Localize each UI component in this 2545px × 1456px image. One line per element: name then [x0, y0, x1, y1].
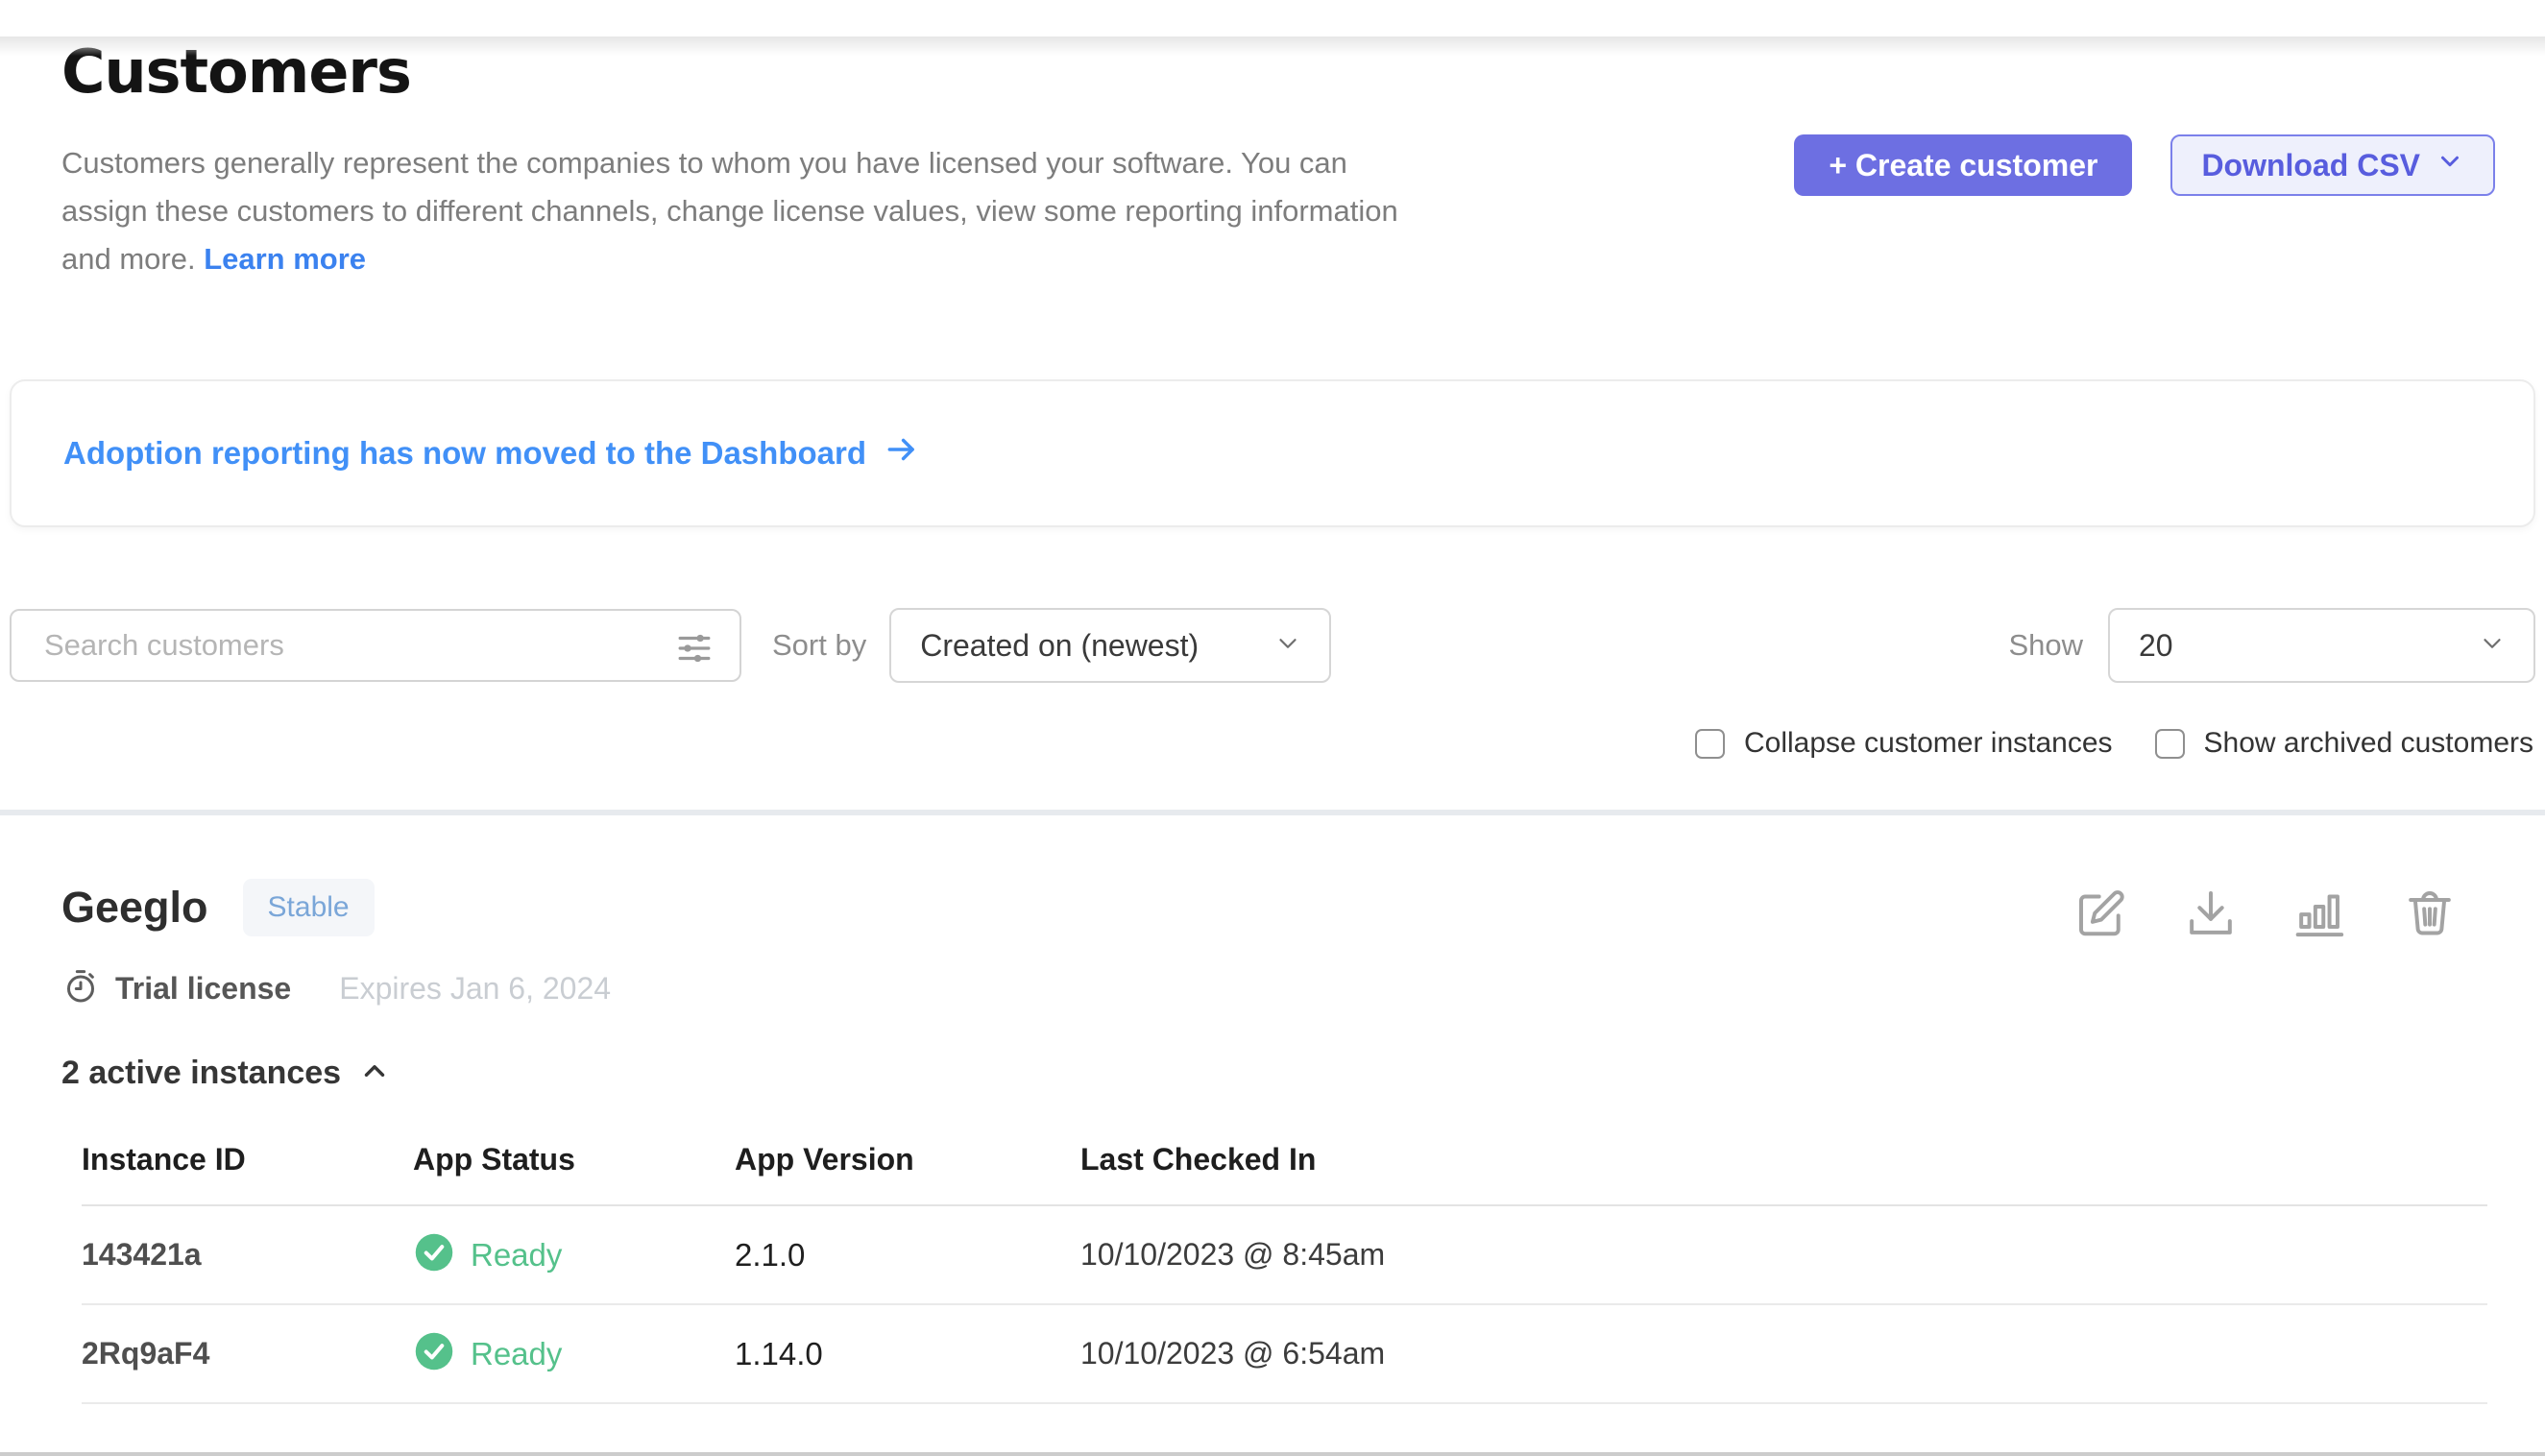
download-license-icon[interactable]	[2184, 886, 2238, 940]
sort-by-label: Sort by	[772, 628, 866, 663]
learn-more-link[interactable]: Learn more	[204, 242, 366, 276]
chevron-up-icon	[358, 1055, 391, 1092]
search-box	[10, 609, 741, 682]
stopwatch-icon	[61, 967, 100, 1010]
show-archived-checkbox[interactable]	[2155, 729, 2185, 759]
instances-table: Instance ID App Status App Version Last …	[82, 1142, 2487, 1404]
toolbar-right: Show 20	[2008, 608, 2535, 683]
app-version-cell: 1.14.0	[735, 1336, 1080, 1372]
sort-select[interactable]: Created on (newest)	[889, 608, 1331, 683]
filter-sliders-icon[interactable]	[674, 628, 715, 673]
instance-table-row: 143421a Ready 2.1.0 10/10/2023 @ 8:45am	[82, 1206, 2487, 1305]
customers-toolbar: Sort by Created on (newest) Show 20	[10, 608, 2535, 683]
customer-title-group: Geeglo Stable	[61, 879, 375, 936]
last-checked-in-cell: 10/10/2023 @ 8:45am	[1080, 1237, 2487, 1273]
customer-action-icons	[2074, 886, 2457, 940]
instance-id-cell: 2Rq9aF4	[82, 1336, 413, 1371]
section-divider	[0, 810, 2545, 815]
reporting-bar-chart-icon[interactable]	[2293, 886, 2347, 940]
adoption-reporting-banner[interactable]: Adoption reporting has now moved to the …	[10, 379, 2535, 527]
instance-id-cell: 143421a	[82, 1237, 413, 1273]
chevron-down-icon	[1273, 629, 1302, 663]
delete-customer-trash-icon[interactable]	[2403, 886, 2457, 940]
page-header-text: Customers Customers generally represent …	[61, 36, 1398, 283]
page-description: Customers generally represent the compan…	[61, 139, 1398, 283]
download-csv-button[interactable]: Download CSV	[2170, 134, 2495, 196]
description-line: Customers generally represent the compan…	[61, 139, 1398, 187]
collapse-instances-option[interactable]: Collapse customer instances	[1695, 727, 2113, 760]
license-info-row: Trial license Expires Jan 6, 2024	[61, 967, 2484, 1010]
active-instances-toggle[interactable]: 2 active instances	[61, 1055, 391, 1092]
customer-card-header: Geeglo Stable	[61, 879, 2484, 940]
sort-select-value: Created on (newest)	[920, 628, 1199, 664]
check-circle-icon	[413, 1330, 455, 1377]
header-actions: + Create customer Download CSV	[1794, 134, 2495, 196]
instances-table-body: 143421a Ready 2.1.0 10/10/2023 @ 8:45am …	[82, 1206, 2487, 1404]
list-options-row: Collapse customer instances Show archive…	[0, 727, 2533, 760]
license-type-label: Trial license	[115, 971, 291, 1007]
column-header-app-version: App Version	[735, 1142, 1080, 1177]
show-select-value: 20	[2139, 628, 2173, 664]
collapse-instances-checkbox[interactable]	[1695, 729, 1725, 759]
page-title: Customers	[61, 36, 1398, 107]
app-status-cell: Ready	[413, 1231, 735, 1278]
description-line: and more.	[61, 242, 196, 276]
customer-card: Geeglo Stable Trial license Expires Jan …	[0, 879, 2545, 1404]
column-header-app-status: App Status	[413, 1142, 735, 1177]
edit-customer-icon[interactable]	[2074, 886, 2128, 940]
banner-link-text[interactable]: Adoption reporting has now moved to the …	[63, 435, 866, 472]
customer-name[interactable]: Geeglo	[61, 883, 208, 933]
check-circle-icon	[413, 1231, 455, 1278]
instance-table-row: 2Rq9aF4 Ready 1.14.0 10/10/2023 @ 6:54am	[82, 1305, 2487, 1404]
app-status-cell: Ready	[413, 1330, 735, 1377]
show-archived-option[interactable]: Show archived customers	[2155, 727, 2533, 760]
license-expiry-label: Expires Jan 6, 2024	[339, 971, 611, 1007]
app-status-text: Ready	[471, 1237, 562, 1274]
column-header-instance-id: Instance ID	[82, 1142, 413, 1177]
description-line: assign these customers to different chan…	[61, 187, 1398, 235]
column-header-last-checked-in: Last Checked In	[1080, 1142, 2487, 1177]
chevron-down-icon	[2478, 629, 2507, 663]
arrow-right-icon	[884, 431, 920, 475]
collapse-instances-label: Collapse customer instances	[1744, 727, 2113, 760]
customer-card-bottom-divider	[0, 1452, 2545, 1456]
show-label: Show	[2008, 628, 2083, 663]
search-input[interactable]	[12, 628, 739, 663]
app-status-text: Ready	[471, 1336, 562, 1372]
create-customer-button[interactable]: + Create customer	[1794, 134, 2132, 196]
show-archived-label: Show archived customers	[2204, 727, 2533, 760]
toolbar-left: Sort by Created on (newest)	[10, 608, 1331, 683]
active-instances-label: 2 active instances	[61, 1055, 341, 1092]
page-header: Customers Customers generally represent …	[61, 36, 2495, 283]
instances-table-header: Instance ID App Status App Version Last …	[82, 1142, 2487, 1206]
download-csv-label: Download CSV	[2201, 148, 2420, 183]
app-version-cell: 2.1.0	[735, 1237, 1080, 1274]
show-select[interactable]: 20	[2108, 608, 2535, 683]
last-checked-in-cell: 10/10/2023 @ 6:54am	[1080, 1336, 2487, 1371]
channel-badge: Stable	[243, 879, 375, 936]
chevron-down-icon	[2436, 147, 2464, 183]
